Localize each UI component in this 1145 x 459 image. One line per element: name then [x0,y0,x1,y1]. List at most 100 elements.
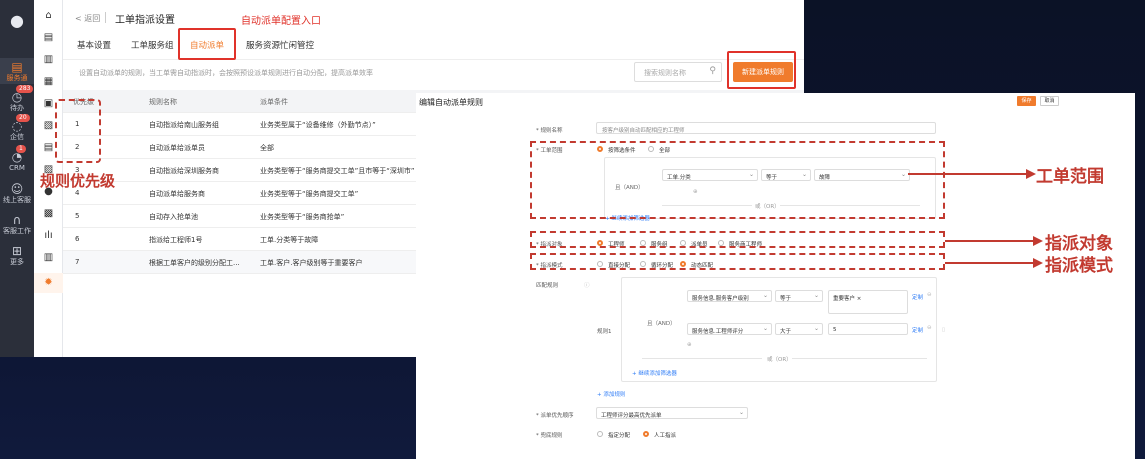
search-input[interactable]: 搜索规则名称 ⚲ [634,62,722,82]
fallback-radio-manual[interactable] [643,431,649,437]
list-icon[interactable]: ▤ [34,28,63,48]
chevron-down-icon: ⌄ [762,325,768,332]
chart-icon[interactable]: ılı [34,226,63,246]
nav-crm-label: CRM [9,164,25,172]
search-placeholder: 搜索规则名称 [644,69,686,77]
nav-todo[interactable]: ◷ 待办 [0,91,34,113]
divider [792,358,927,359]
rule-name-label: * 规则名称 [536,128,563,134]
chevron-down-icon: ⌄ [813,325,819,332]
search-icon: ⚲ [709,66,716,76]
tab-basic[interactable]: 基本设置 [77,39,111,51]
nav-chat-label: 企信 [10,133,24,141]
highlight-tab-box [178,28,236,60]
headset-icon: ∩ [12,213,22,227]
save-button[interactable]: 保存 [1017,96,1036,106]
cond1-custom-link[interactable]: 定制 [912,293,923,301]
online-cs-icon: ☺ [10,182,24,196]
nav-online-cs[interactable]: ☺ 线上客服 [0,183,34,205]
arrow-scope [908,173,1028,175]
priority-order-select[interactable]: 工程师评分最高优先派单 ⌄ [596,407,748,419]
arrowhead-scope [1026,169,1036,179]
divider [642,358,762,359]
cond2-value-input[interactable]: 5 [828,323,908,335]
priority-order-value: 工程师评分最高优先派单 [601,413,662,419]
cell-rule-name: 自动派单给服务商 [149,190,205,198]
arrowhead-mode [1033,258,1043,268]
title-divider [105,12,106,23]
cond1-op-select[interactable]: 等于 ⌄ [775,290,823,302]
report-icon[interactable]: ▥ [34,248,63,268]
nav-more-label: 更多 [10,258,24,266]
nav-service-label: 服务通 [6,74,28,82]
fallback-opt-assign: 指定分配 [608,433,631,439]
nav-cs-work[interactable]: ∩ 客服工作 [0,214,34,236]
cell-condition: 全部 [260,144,274,152]
settings-icon[interactable]: ✹ [34,273,63,293]
annotation-scope: 工单范围 [1036,167,1104,187]
nav-crm[interactable]: ◔ CRM [0,151,34,173]
cond2-field-select[interactable]: 服务信息.工程师评分 ⌄ [687,323,772,335]
tab-service-group[interactable]: 工单服务组 [131,39,174,51]
match-rule-panel: 且（AND） 服务信息.服务客户级别 ⌄ 等于 ⌄ 重要客户 × 定制 ⊖ 服务… [621,277,937,382]
cond1-field-select[interactable]: 服务信息.服务客户级别 ⌄ [687,290,772,302]
cond2-op-select[interactable]: 大于 ⌄ [775,323,823,335]
nav-more[interactable]: ⊞ 更多 [0,245,34,267]
cond2-value: 5 [833,327,837,333]
chat-badge: 20 [16,114,30,122]
cond2-custom-link[interactable]: 定制 [912,326,923,334]
cancel-button[interactable]: 取消 [1040,96,1059,106]
fallback-label: * 兜底规则 [536,433,563,439]
grid-icon: ⊞ [11,244,23,258]
delete-icon[interactable]: ⊖ [927,325,932,331]
add-filter-link-2[interactable]: + 继续添加筛选器 [632,369,677,377]
cell-rule-name: 自动存入抢单池 [149,213,198,221]
rule1-label: 规则1 [597,329,612,335]
user-avatar[interactable]: ● [0,12,34,30]
cond2-field: 服务信息.工程师评分 [692,329,744,335]
service-icon: ▤ [11,60,23,74]
annotation-priority: 规则优先级 [40,172,116,190]
home-icon[interactable]: ⌂ [34,6,63,26]
back-link[interactable]: < 返回 [75,13,100,24]
nav-service[interactable]: ▤ 服务通 [0,58,34,84]
priority-order-label: * 派单优先顺序 [536,413,574,419]
arrowhead-target [1033,236,1043,246]
arrow-target [945,240,1035,242]
app-nav-rail: ● ▤ 服务通 ◷ 待办 283 ◌ 企信 20 ◔ CRM 1 ☺ 线上客服 ∩ 客服工作… [0,0,34,357]
cell-condition: 业务类型等于“服务商提交工单”且市等于“深圳市” [260,167,415,175]
help-icon: ⓘ [584,283,590,289]
col-rule-name: 规则名称 [149,98,177,106]
cell-condition: 工单.客户.客户级别等于重要客户 [260,259,363,267]
chevron-down-icon: ⌄ [813,292,819,299]
page-title: 工单指派设置 [115,15,175,26]
add-condition-icon[interactable]: ⊕ [687,342,692,348]
tab-resource-control[interactable]: 服务资源忙闲管控 [246,39,314,51]
nav-todo-label: 待办 [10,104,24,112]
highlight-priority-box [55,99,101,163]
cond1-value-select[interactable]: 重要客户 × [828,290,908,314]
cell-condition: 业务类型属于“设备维修（外勤节点）” [260,121,376,129]
fallback-opt-manual: 人工指派 [654,433,677,439]
rule-name-value: 按客户级别自动匹配相应的工程师 [602,128,685,134]
lock-icon[interactable]: ▩ [34,204,63,224]
tab-bar: 基本设置 工单服务组 自动派单 服务资源忙闲管控 [63,30,804,60]
form-icon[interactable]: ▦ [34,72,63,92]
crm-icon: ◔ [11,150,23,164]
cell-condition: 业务类型等于“服务商提交工单” [260,190,359,198]
fallback-radio-assign[interactable] [597,431,603,437]
cell-rule-name: 自动指派给南山服务组 [149,121,219,129]
chat-icon: ◌ [11,119,23,133]
cell-priority: 6 [75,235,80,243]
cell-priority: 5 [75,212,80,220]
rule-name-input[interactable]: 按客户级别自动匹配相应的工程师 [596,122,936,134]
annotation-mode: 指派模式 [1045,256,1113,276]
match-and-label: 且（AND） [647,321,676,327]
delete-icon[interactable]: ⊖ [927,292,932,298]
todo-badge: 283 [16,85,34,93]
nav-chat[interactable]: ◌ 企信 [0,120,34,142]
doc-icon[interactable]: ▥ [34,50,63,70]
remove-rule-icon[interactable]: ▯ [942,327,945,333]
cell-rule-name: 自动指派给深圳服务商 [149,167,219,175]
add-rule-link[interactable]: + 添加规则 [597,390,625,398]
